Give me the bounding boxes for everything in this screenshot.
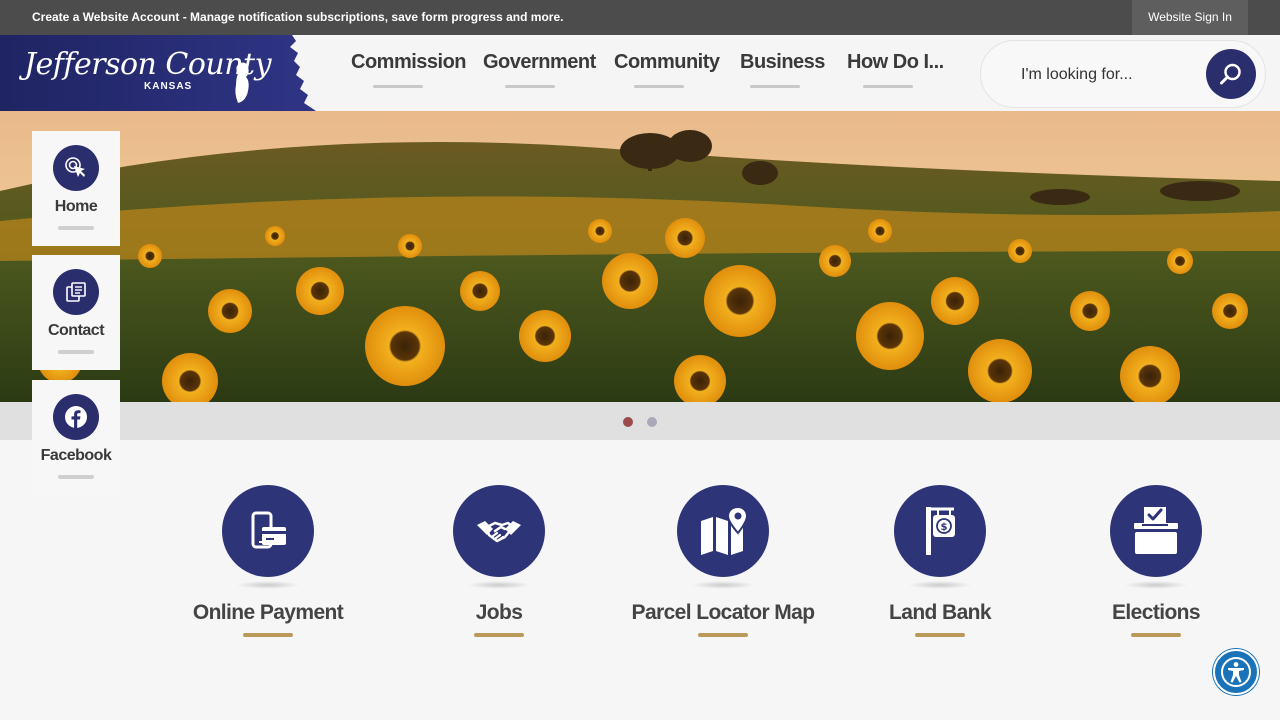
nav-commission[interactable]: Commission (351, 51, 467, 91)
quick-link-jobs[interactable]: Jobs (409, 485, 589, 645)
website-sign-in-button[interactable]: Website Sign In (1132, 0, 1248, 35)
sunflower-field-image (0, 111, 1280, 402)
quick-link-shadow (236, 581, 300, 589)
facebook-icon-circle (53, 394, 99, 440)
nav-business[interactable]: Business (740, 51, 825, 91)
quick-link-shadow (467, 581, 531, 589)
site-header: Jefferson County KANSAS Commission Gover… (0, 35, 1280, 112)
quick-link-shadow (908, 581, 972, 589)
side-link-contact[interactable]: Contact (32, 255, 120, 370)
nav-label: Business (740, 51, 825, 73)
nav-underline (633, 85, 684, 88)
side-label: Home (54, 198, 98, 215)
slide-dot-2[interactable] (647, 417, 657, 427)
nav-community[interactable]: Community (614, 51, 720, 91)
quick-link-label: Jobs (475, 601, 523, 624)
side-underline (58, 226, 94, 230)
quick-link-underline (915, 633, 965, 637)
accessibility-button[interactable] (1213, 649, 1259, 695)
accessibility-icon (1221, 657, 1251, 687)
search-icon (1220, 63, 1241, 85)
handshake-icon (477, 521, 521, 543)
payment-icon (251, 511, 286, 549)
nav-label: How Do I... (847, 51, 944, 73)
nav-government[interactable]: Government (483, 51, 596, 91)
quick-link-underline (243, 633, 293, 637)
nav-underline (863, 85, 913, 88)
nav-underline (749, 85, 800, 88)
quick-link-circle (222, 485, 314, 577)
contact-icon (66, 282, 86, 302)
facebook-icon (65, 406, 87, 428)
quick-link-elections[interactable]: Elections (1066, 485, 1246, 645)
side-underline (58, 350, 94, 354)
side-link-home[interactable]: Home (32, 131, 120, 246)
quick-link-label: Land Bank (889, 601, 992, 624)
quick-link-label: Parcel Locator Map (631, 601, 816, 624)
slide-dot-1[interactable] (623, 417, 633, 427)
touch-icon (65, 157, 85, 177)
svg-text:$: $ (941, 522, 948, 533)
site-search (980, 40, 1266, 108)
nav-label: Commission (351, 51, 467, 73)
search-input[interactable] (1019, 62, 1183, 88)
quick-link-circle: $ (894, 485, 986, 577)
ballot-box-icon (1134, 507, 1178, 554)
logo-wordmark: Jefferson County (24, 47, 272, 82)
quick-link-underline (1131, 633, 1181, 637)
quick-link-underline (474, 633, 524, 637)
quick-link-label: Elections (1112, 601, 1201, 624)
search-button[interactable] (1206, 49, 1256, 99)
quick-link-circle (1110, 485, 1202, 577)
utility-bar: Create a Website Account - Manage notifi… (0, 0, 1280, 35)
nav-underline (373, 85, 423, 88)
quick-link-circle (677, 485, 769, 577)
quick-link-land-bank[interactable]: $ Land Bank (850, 485, 1030, 645)
property-sign-icon: $ (926, 507, 955, 555)
logo-state: KANSAS (144, 81, 193, 92)
side-label: Facebook (40, 447, 112, 464)
quick-link-circle (453, 485, 545, 577)
quick-link-online-payment[interactable]: Online Payment (178, 485, 358, 645)
contact-icon-circle (53, 269, 99, 315)
nav-label: Government (483, 51, 596, 73)
slideshow-controls (0, 402, 1280, 440)
map-icon (701, 507, 747, 555)
create-account-link[interactable]: Create a Website Account - Manage notifi… (32, 10, 563, 24)
side-link-facebook[interactable]: Facebook (32, 380, 120, 495)
nav-how-do-i[interactable]: How Do I... (847, 51, 944, 91)
nav-underline (505, 85, 555, 88)
side-label: Contact (47, 322, 105, 339)
side-underline (58, 475, 94, 479)
county-logo[interactable]: Jefferson County KANSAS (0, 35, 316, 111)
quick-link-underline (698, 633, 748, 637)
quick-link-parcel-locator-map[interactable]: Parcel Locator Map (632, 485, 815, 645)
nav-label: Community (614, 51, 720, 73)
quick-link-shadow (1124, 581, 1188, 589)
quick-link-shadow (691, 581, 755, 589)
quick-link-label: Online Payment (192, 601, 344, 624)
hero-slideshow-image (0, 111, 1280, 402)
home-icon-circle (53, 145, 99, 191)
